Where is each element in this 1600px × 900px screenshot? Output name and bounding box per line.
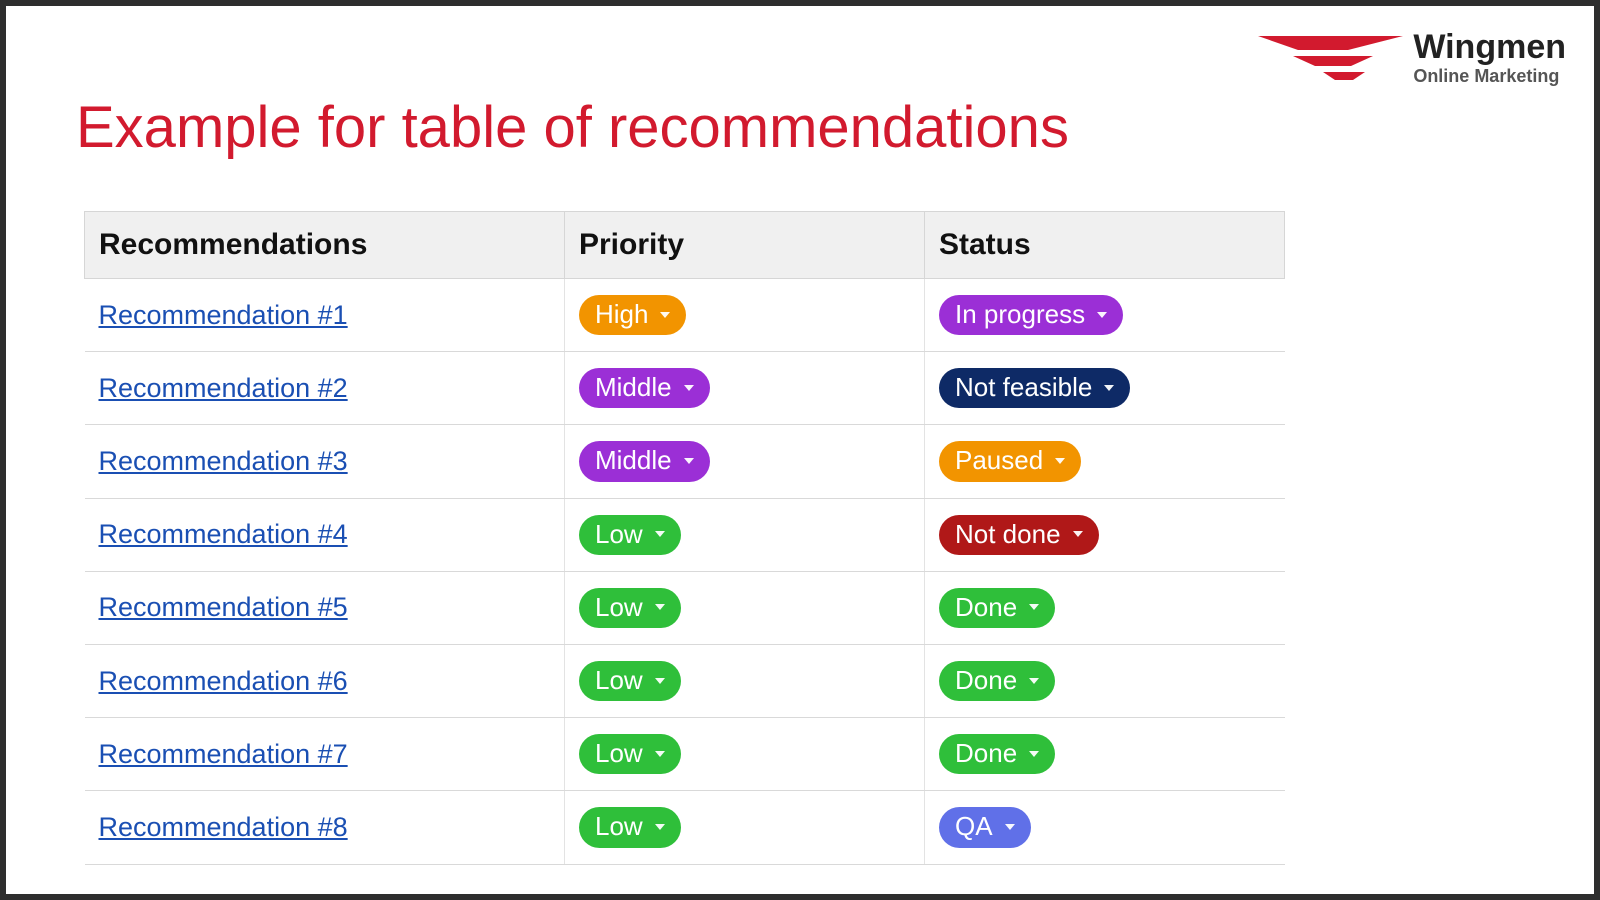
table-row: Recommendation #6 Low Done [85,644,1285,717]
status-pill[interactable]: QA [939,807,1031,847]
recommendation-link[interactable]: Recommendation #6 [99,666,348,696]
priority-label: Low [595,811,643,842]
priority-pill[interactable]: Middle [579,368,710,408]
col-header-status: Status [925,212,1285,279]
table-row: Recommendation #7 Low Done [85,718,1285,791]
chevron-down-icon [1029,678,1039,684]
chevron-down-icon [655,531,665,537]
wing-icon [1253,28,1403,88]
chevron-down-icon [684,458,694,464]
chevron-down-icon [1005,824,1015,830]
recommendation-link[interactable]: Recommendation #1 [99,300,348,330]
status-label: Not done [955,519,1061,550]
status-label: Done [955,738,1017,769]
col-header-priority: Priority [565,212,925,279]
table-row: Recommendation #1 High In progress [85,279,1285,352]
priority-label: Middle [595,445,672,476]
table-row: Recommendation #3 Middle Paused [85,425,1285,498]
table-row: Recommendation #2 Middle Not feasible [85,352,1285,425]
status-label: Done [955,592,1017,623]
chevron-down-icon [655,751,665,757]
recommendation-link[interactable]: Recommendation #7 [99,739,348,769]
col-header-recommendations: Recommendations [85,212,565,279]
chevron-down-icon [1029,751,1039,757]
chevron-down-icon [655,604,665,610]
status-label: QA [955,811,993,842]
status-pill[interactable]: Paused [939,441,1081,481]
chevron-down-icon [1073,531,1083,537]
status-pill[interactable]: Done [939,734,1055,774]
brand-name: Wingmen [1413,30,1566,64]
brand-tagline: Online Marketing [1413,67,1566,87]
chevron-down-icon [1104,385,1114,391]
chevron-down-icon [660,312,670,318]
status-label: Paused [955,445,1043,476]
status-pill[interactable]: Done [939,661,1055,701]
status-pill[interactable]: Done [939,588,1055,628]
priority-pill[interactable]: Low [579,515,681,555]
priority-label: High [595,299,648,330]
brand-logo: Wingmen Online Marketing [1253,28,1566,88]
table-row: Recommendation #8 Low QA [85,791,1285,864]
recommendation-link[interactable]: Recommendation #5 [99,592,348,622]
status-pill[interactable]: Not feasible [939,368,1130,408]
recommendations-table: Recommendations Priority Status Recommen… [84,211,1285,865]
priority-pill[interactable]: Low [579,588,681,628]
status-label: In progress [955,299,1085,330]
status-label: Not feasible [955,372,1092,403]
chevron-down-icon [1097,312,1107,318]
chevron-down-icon [655,824,665,830]
priority-pill[interactable]: Low [579,807,681,847]
recommendation-link[interactable]: Recommendation #8 [99,812,348,842]
recommendation-link[interactable]: Recommendation #3 [99,446,348,476]
table-row: Recommendation #4 Low Not done [85,498,1285,571]
chevron-down-icon [1029,604,1039,610]
status-label: Done [955,665,1017,696]
page-title: Example for table of recommendations [76,94,1069,161]
status-pill[interactable]: In progress [939,295,1123,335]
priority-pill[interactable]: High [579,295,686,335]
chevron-down-icon [684,385,694,391]
priority-pill[interactable]: Low [579,734,681,774]
priority-pill[interactable]: Low [579,661,681,701]
table-row: Recommendation #5 Low Done [85,571,1285,644]
recommendation-link[interactable]: Recommendation #4 [99,519,348,549]
priority-label: Middle [595,372,672,403]
priority-label: Low [595,738,643,769]
priority-label: Low [595,665,643,696]
chevron-down-icon [655,678,665,684]
priority-label: Low [595,519,643,550]
priority-label: Low [595,592,643,623]
chevron-down-icon [1055,458,1065,464]
status-pill[interactable]: Not done [939,515,1099,555]
recommendation-link[interactable]: Recommendation #2 [99,373,348,403]
priority-pill[interactable]: Middle [579,441,710,481]
